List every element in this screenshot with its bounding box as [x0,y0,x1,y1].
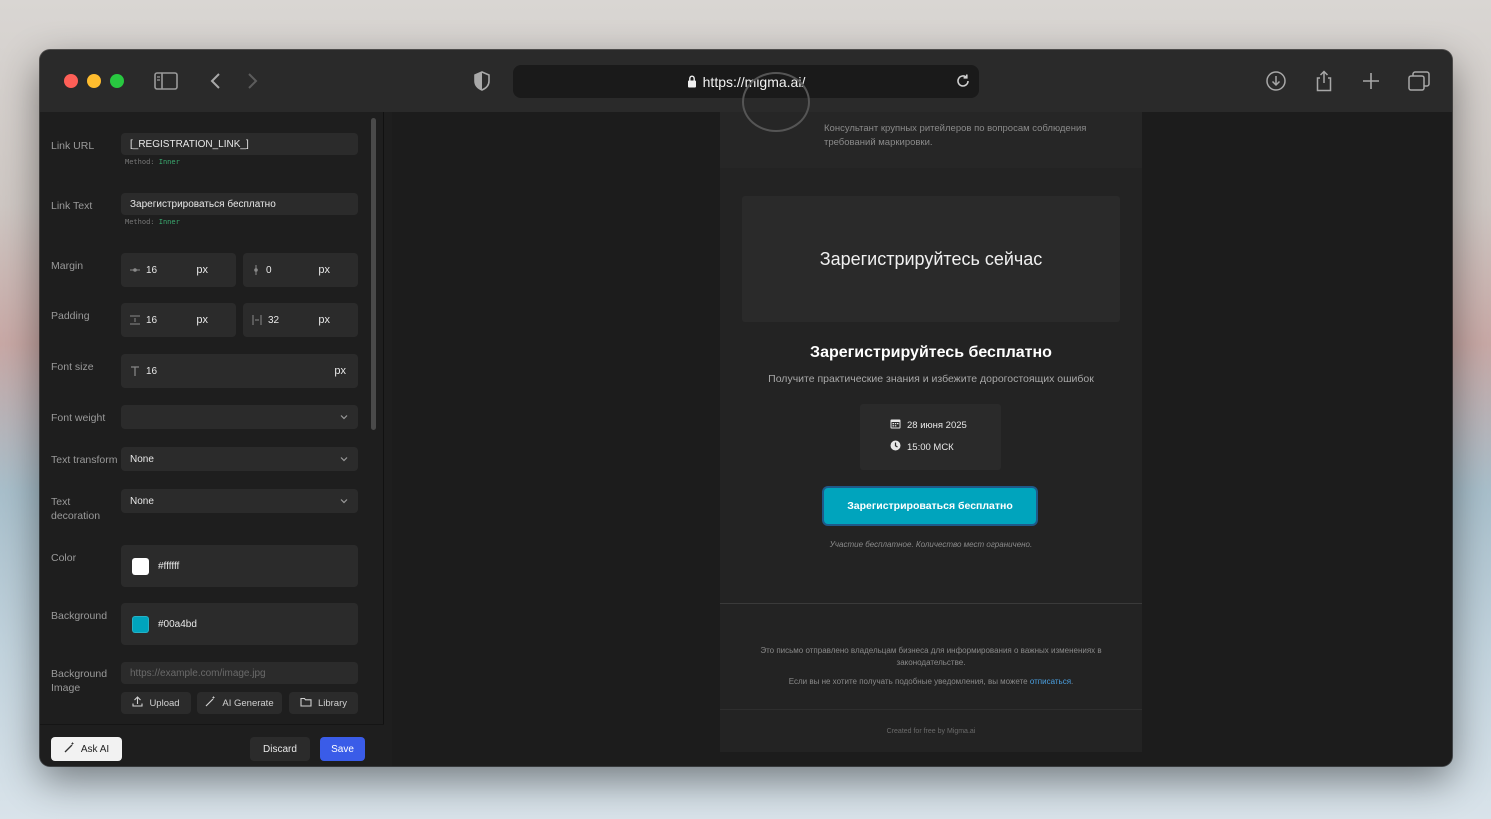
padding-horizontal-icon [252,315,262,325]
link-url-value: [_REGISTRATION_LINK_] [130,138,249,150]
speaker-section: Консультант крупных ритейлеров по вопрос… [720,72,1142,168]
margin-label: Margin [51,260,84,272]
background-image-url-input[interactable]: https://example.com/image.jpg [121,662,358,684]
email-canvas: Консультант крупных ритейлеров по вопрос… [720,72,1142,752]
registration-heading[interactable]: Зарегистрируйтесь бесплатно [720,344,1142,362]
margin-horizontal-icon [252,265,260,275]
footer-unsubscribe[interactable]: Если вы не хотите получать подобные увед… [720,677,1142,686]
padding-label: Padding [51,310,90,322]
link-text-hint: Method: Inner [125,218,180,226]
footer-disclaimer[interactable]: Это письмо отправлено владельцам бизнеса… [748,645,1114,669]
sidebar-toggle-icon[interactable] [152,68,180,94]
properties-panel: Link URL [_REGISTRATION_LINK_] Method: I… [40,112,384,766]
hero-block[interactable]: Зарегистрируйтесь сейчас [742,196,1120,322]
magic-wand-icon [64,742,75,756]
browser-window: https://migma.ai/ Link URL [_REGISTRATIO… [40,50,1452,766]
ask-ai-button[interactable]: Ask AI [51,737,122,761]
padding-horizontal-input[interactable]: 32 px [243,303,358,337]
background-label: Background [51,610,108,622]
font-weight-select[interactable] [121,405,358,429]
panel-scrollbar[interactable] [371,118,376,430]
color-picker[interactable]: #ffffff [121,545,358,587]
chevron-down-icon [340,457,348,462]
credit-divider [720,709,1142,710]
clock-icon [890,440,901,454]
event-details-box[interactable]: 28 июня 2025 15:00 МСК [860,404,1001,470]
event-date: 28 июня 2025 [890,418,967,432]
panel-action-bar: Ask AI Discard Save [40,724,384,766]
magic-wand-icon [205,696,216,710]
margin-vertical-icon [130,266,140,274]
link-text-label: Link Text [51,200,93,212]
registration-subheading[interactable]: Получите практические знания и избежите … [720,373,1142,385]
register-cta-button[interactable]: Зарегистрироваться бесплатно [824,488,1036,524]
calendar-icon [890,418,901,432]
save-button[interactable]: Save [320,737,365,761]
zoom-window-button[interactable] [110,74,124,88]
font-size-label: Font size [51,361,94,373]
share-icon[interactable] [1310,68,1338,94]
text-decoration-select[interactable]: None [121,489,358,513]
reload-icon[interactable] [955,73,971,89]
minimize-window-button[interactable] [87,74,101,88]
margin-vertical-input[interactable]: 16 px [121,253,236,287]
migma-credit[interactable]: Created for free by Migma.ai [720,728,1142,735]
padding-vertical-input[interactable]: 16 px [121,303,236,337]
background-color-picker[interactable]: #00a4bd [121,603,358,645]
back-icon[interactable] [201,68,229,94]
email-preview-area: Консультант крупных ритейлеров по вопрос… [392,72,1452,766]
participation-note[interactable]: Участие бесплатное. Количество мест огра… [720,540,1142,549]
upload-button[interactable]: Upload [121,692,191,714]
chevron-down-icon [340,499,348,504]
background-swatch[interactable] [132,615,149,633]
link-url-input[interactable]: [_REGISTRATION_LINK_] [121,133,358,155]
text-decoration-label: Text decoration [51,496,101,522]
forward-icon[interactable] [239,68,267,94]
lock-icon [687,75,697,88]
discard-button[interactable]: Discard [250,737,310,761]
footer-divider [720,603,1142,604]
unsubscribe-link[interactable]: отписаться [1030,677,1071,686]
shield-icon[interactable] [468,68,496,94]
folder-icon [300,697,312,710]
link-text-input[interactable]: Зарегистрироваться бесплатно [121,193,358,215]
chevron-down-icon [340,415,348,420]
close-window-button[interactable] [64,74,78,88]
color-swatch[interactable] [132,557,149,575]
speaker-avatar [742,72,810,132]
library-button[interactable]: Library [289,692,358,714]
speaker-bio: Консультант крупных ритейлеров по вопрос… [824,123,1087,148]
hero-title: Зарегистрируйтесь сейчас [819,248,1043,269]
tabs-overview-icon[interactable] [1405,68,1433,94]
link-url-hint: Method: Inner [125,158,180,166]
font-size-icon [130,366,140,376]
color-label: Color [51,552,77,564]
padding-vertical-icon [130,315,140,325]
link-url-label: Link URL [51,140,95,152]
link-text-value: Зарегистрироваться бесплатно [130,198,276,210]
upload-icon [132,696,143,710]
ai-generate-button[interactable]: AI Generate [197,692,282,714]
font-weight-label: Font weight [51,412,106,424]
download-icon[interactable] [1262,68,1290,94]
new-tab-icon[interactable] [1357,68,1385,94]
text-transform-label: Text transform [51,454,118,466]
background-image-label: Background Image [51,668,108,694]
font-size-input[interactable]: 16 px [121,354,358,388]
event-time: 15:00 МСК [890,440,954,454]
margin-horizontal-input[interactable]: 0 px [243,253,358,287]
text-transform-select[interactable]: None [121,447,358,471]
